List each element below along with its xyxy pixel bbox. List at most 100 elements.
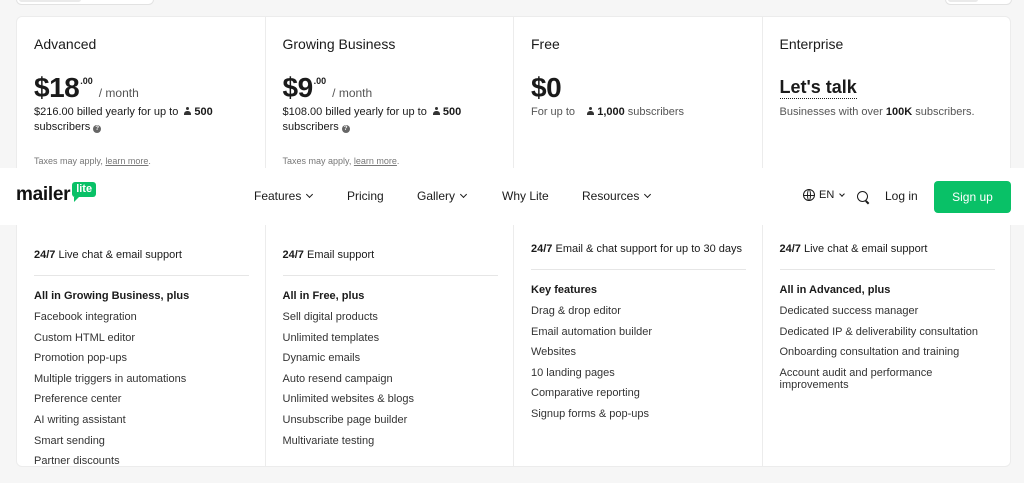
billing-info: For up to 1,000 subscribers [531, 105, 746, 120]
subscribers-label: subscribers [282, 121, 339, 133]
plan-growing-business: Growing Business $9 .00 / month $108.00 … [266, 17, 514, 466]
plan-name: Enterprise [779, 36, 844, 52]
enterprise-desc: Businesses with over 100K subscribers. [780, 105, 995, 120]
list-item: Unlimited templates [282, 331, 380, 344]
mailerlite-logo[interactable]: mailer lite [16, 181, 97, 207]
signup-button[interactable]: Sign up [934, 181, 1011, 213]
chevron-down-icon [459, 190, 468, 199]
support-info: 24/7 Email support [283, 249, 375, 261]
learn-more-link[interactable]: learn more [354, 156, 397, 166]
price-amount: $18 [34, 72, 80, 103]
subscriber-count: 500 [442, 106, 462, 118]
list-item: 10 landing pages [531, 366, 615, 379]
list-item: Comparative reporting [531, 387, 640, 400]
login-link[interactable]: Log in [885, 189, 918, 203]
features-heading: All in Advanced, plus [779, 284, 891, 296]
support-hours: 24/7 [531, 243, 553, 255]
nav-label: Gallery [417, 189, 456, 203]
search-icon[interactable] [857, 191, 868, 202]
support-text: Email support [306, 249, 375, 261]
desc-text: Businesses with over [779, 106, 883, 118]
subscriber-count: 1,000 [597, 106, 625, 118]
support-hours: 24/7 [282, 249, 304, 261]
price-cents: .00 [313, 76, 327, 86]
list-item: Onboarding consultation and training [779, 346, 960, 359]
list-item: Multiple triggers in automations [34, 372, 187, 385]
lets-talk-link[interactable]: Let's talk [779, 76, 857, 99]
for-up-to-text: For up to [531, 106, 576, 118]
nav-resources[interactable]: Resources [582, 189, 652, 203]
plan-price: $0 [531, 72, 562, 104]
desc-suffix: subscribers. [915, 106, 975, 118]
features-heading: All in Growing Business, plus [34, 290, 190, 302]
info-icon[interactable]: ? [341, 125, 350, 133]
subscriber-count: 500 [194, 106, 213, 118]
list-item: Drag & drop editor [531, 305, 621, 317]
price-period: / month [98, 86, 139, 100]
nav-gallery[interactable]: Gallery [417, 189, 468, 203]
list-item: Promotion pop-ups [34, 352, 127, 365]
plan-name: Growing Business [282, 36, 396, 52]
language-label: EN [819, 189, 835, 201]
toggle-knob [19, 0, 81, 2]
nav-why-lite[interactable]: Why Lite [502, 189, 549, 203]
list-item: Dynamic emails [282, 352, 361, 365]
chevron-down-icon [644, 190, 652, 199]
support-text: Live chat & email support [58, 249, 182, 261]
list-item: Dedicated success manager [779, 305, 919, 317]
billing-toggle-left[interactable] [16, 0, 154, 5]
list-item: Preference center [34, 393, 122, 406]
taxes-note: Taxes may apply, learn more. [34, 156, 151, 166]
language-selector[interactable]: EN [803, 189, 846, 201]
divider [282, 275, 498, 276]
info-icon[interactable]: ? [93, 125, 102, 133]
subscribers-label: subscribers [34, 121, 91, 133]
user-icon [432, 107, 441, 116]
list-item: Auto resend campaign [282, 372, 393, 385]
list-item: Unsubscribe page builder [282, 413, 408, 426]
list-item: Smart sending [34, 434, 105, 447]
taxes-text: Taxes may apply, [282, 156, 352, 166]
list-item: Email automation builder [531, 325, 653, 338]
list-item: Partner discounts [34, 455, 120, 468]
price-amount: $9 [282, 72, 314, 103]
chevron-down-icon [839, 190, 846, 197]
features-heading: All in Free, plus [282, 290, 365, 302]
divider [531, 269, 746, 270]
support-info: 24/7 Live chat & email support [34, 249, 182, 261]
logo-text: mailer [16, 184, 71, 205]
nav-label: Pricing [347, 189, 384, 203]
plan-price: $18 .00 / month [34, 72, 139, 104]
subscribers-label: subscribers [627, 106, 685, 118]
list-item: Signup forms & pop-ups [531, 407, 650, 420]
feature-list: Facebook integration Custom HTML editor … [34, 311, 254, 476]
support-text: Email & chat support for up to 30 days [555, 243, 742, 255]
support-hours: 24/7 [779, 243, 801, 255]
list-item: Multivariate testing [282, 434, 375, 447]
support-info: 24/7 Email & chat support for up to 30 d… [531, 243, 742, 255]
logo-badge: lite [72, 181, 97, 202]
billing-text: $216.00 billed yearly for up to [34, 106, 179, 118]
nav-pricing[interactable]: Pricing [347, 189, 384, 203]
billing-text: $108.00 billed yearly for up to [282, 106, 427, 118]
plan-advanced: Advanced $18 .00 / month $216.00 billed … [17, 17, 266, 467]
list-item: Dedicated IP & deliverability consultati… [779, 325, 979, 338]
nav-features[interactable]: Features [254, 189, 314, 203]
learn-more-link[interactable]: learn more [105, 156, 148, 166]
features-heading: Key features [531, 284, 598, 296]
user-icon [183, 107, 192, 116]
billing-info: $108.00 billed yearly for up to 500 subs… [283, 105, 498, 135]
toggle-knob [948, 0, 978, 2]
plan-enterprise: Enterprise Let's talk Businesses with ov… [763, 17, 1011, 466]
user-icon [586, 107, 595, 116]
nav-label: Features [254, 189, 302, 203]
feature-list: Sell digital products Unlimited template… [283, 311, 503, 455]
list-item: Custom HTML editor [34, 331, 136, 344]
feature-list: Dedicated success manager Dedicated IP &… [780, 305, 985, 398]
feature-list: Drag & drop editor Email automation buil… [531, 305, 751, 429]
list-item: AI writing assistant [34, 413, 126, 426]
list-item: Account audit and performance improvemen… [779, 366, 933, 391]
billing-toggle-right[interactable] [945, 0, 1012, 5]
list-item: Facebook integration [34, 311, 137, 323]
price-period: / month [332, 86, 373, 100]
